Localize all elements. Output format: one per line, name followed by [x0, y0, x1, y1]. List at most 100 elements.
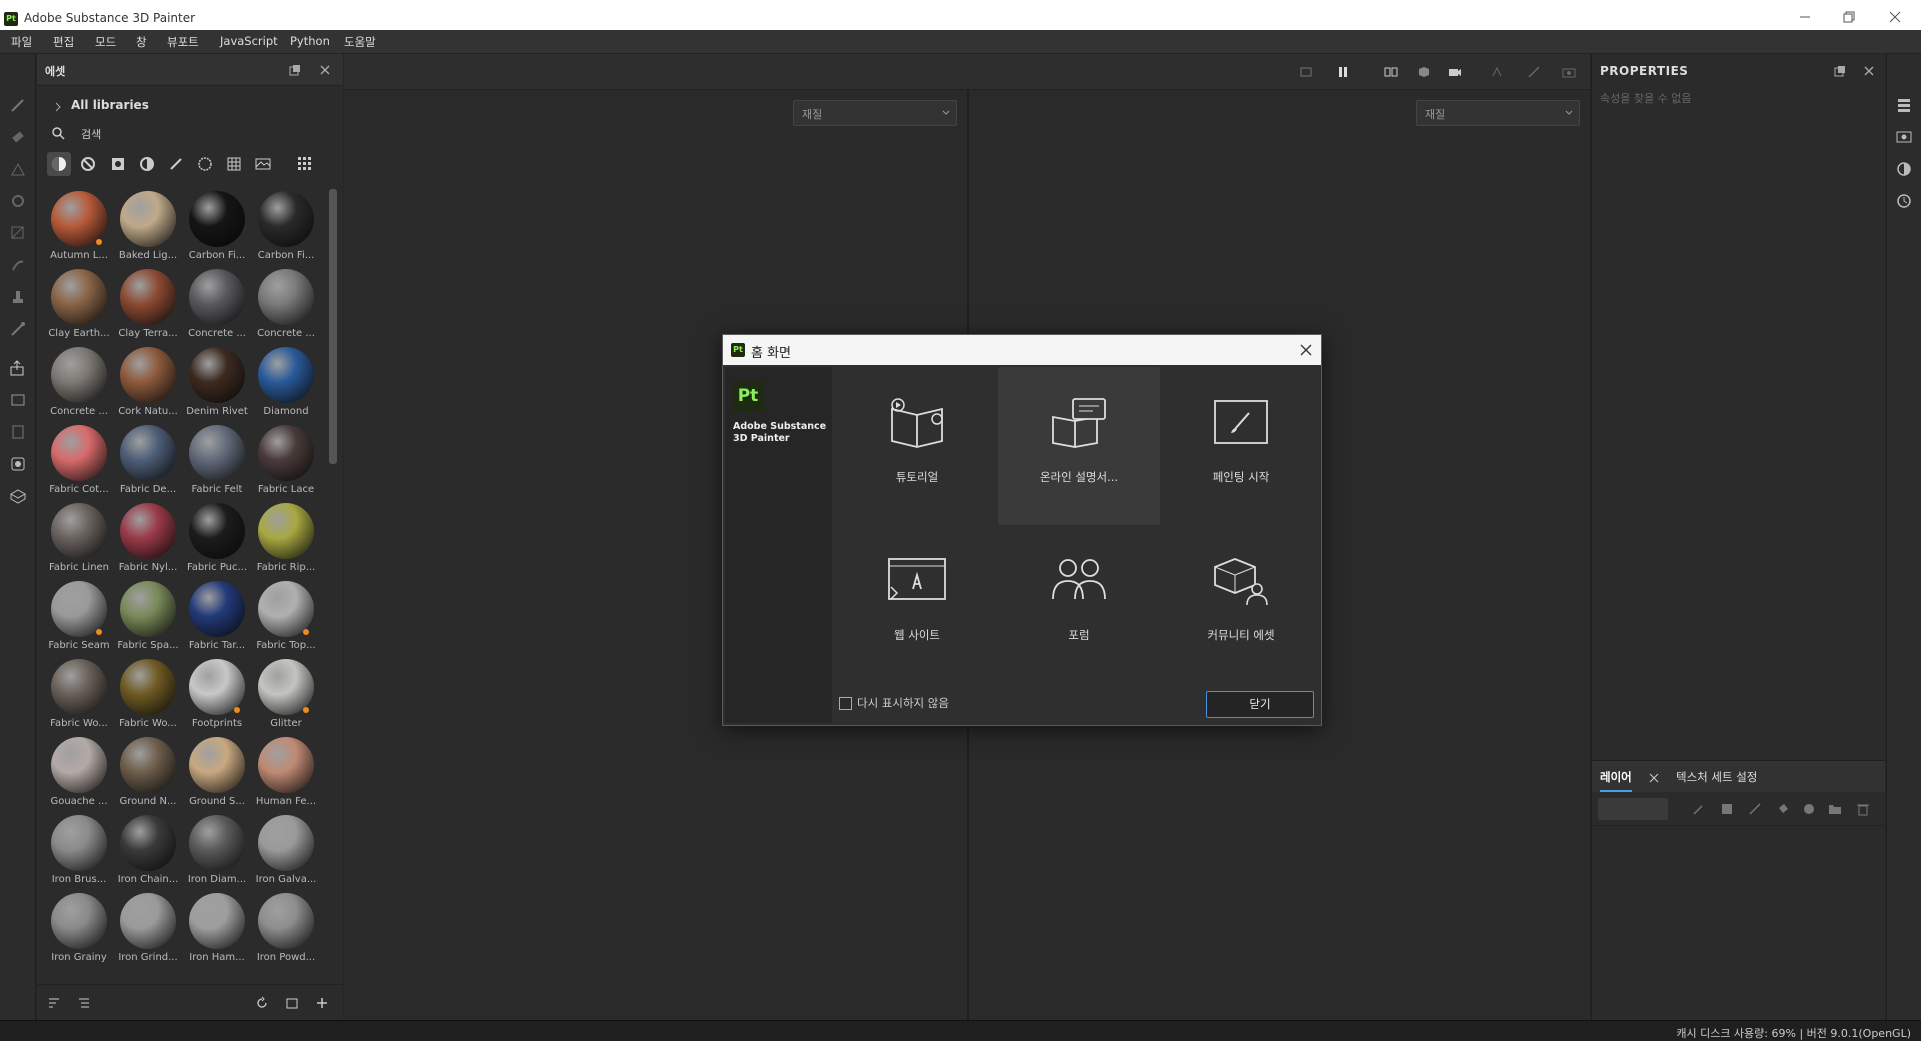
filter-alphas-button[interactable]: [106, 152, 130, 176]
export-icon[interactable]: [9, 359, 27, 377]
menu-help[interactable]: 도움말: [344, 34, 376, 50]
asset-thumbnail[interactable]: Carbon Fi...: [182, 189, 252, 267]
asset-thumbnail[interactable]: Fabric De...: [113, 423, 183, 501]
asset-thumbnail[interactable]: Iron Chain...: [113, 813, 183, 891]
asset-thumbnail[interactable]: Clay Terra...: [113, 267, 183, 345]
asset-thumbnail[interactable]: Fabric Nyl...: [113, 501, 183, 579]
menu-edit[interactable]: 편집: [53, 34, 74, 50]
effect-icon[interactable]: [1692, 802, 1706, 816]
menu-viewport[interactable]: 뷰포트: [167, 34, 199, 50]
screen-off-icon[interactable]: [1299, 65, 1313, 79]
filter-brushes-button[interactable]: [164, 152, 188, 176]
asset-thumbnail[interactable]: Concrete ...: [182, 267, 252, 345]
asset-thumbnail[interactable]: Carbon Fi...: [251, 189, 321, 267]
undock-icon[interactable]: [288, 63, 302, 77]
smudge-tool-icon[interactable]: [9, 256, 27, 274]
asset-thumbnail[interactable]: Iron Galva...: [251, 813, 321, 891]
library-selector[interactable]: All libraries: [71, 98, 149, 112]
filter-masks-button[interactable]: [135, 152, 159, 176]
asset-thumbnail[interactable]: Iron Ham...: [182, 891, 252, 969]
layer-blend-select[interactable]: [1598, 798, 1668, 820]
asset-thumbnail[interactable]: Fabric Linen: [44, 501, 114, 579]
add-folder-icon[interactable]: [1828, 802, 1842, 816]
asset-thumbnail[interactable]: Fabric Tar...: [182, 579, 252, 657]
tile-website[interactable]: 웹 사이트: [836, 525, 998, 683]
asset-thumbnail[interactable]: Fabric Wo...: [44, 657, 114, 735]
delete-layer-icon[interactable]: [1856, 802, 1870, 816]
asset-thumbnail[interactable]: Iron Powd...: [251, 891, 321, 969]
menu-javascript[interactable]: JavaScript: [220, 34, 278, 48]
filter-materials-button[interactable]: [47, 152, 71, 176]
asset-thumbnail[interactable]: Iron Grind...: [113, 891, 183, 969]
asset-thumbnail[interactable]: Iron Diam...: [182, 813, 252, 891]
minimize-icon[interactable]: [1797, 9, 1813, 25]
add-icon[interactable]: [315, 996, 329, 1010]
asset-scrollbar[interactable]: [329, 189, 337, 464]
eraser-tool-icon[interactable]: [9, 128, 27, 146]
projection-tool-icon[interactable]: [9, 160, 27, 178]
color-picker-icon[interactable]: [9, 320, 27, 338]
asset-thumbnail[interactable]: Clay Earth...: [44, 267, 114, 345]
add-mask-icon[interactable]: [1720, 802, 1734, 816]
tile-forum[interactable]: 포럼: [998, 525, 1160, 683]
asset-thumbnail[interactable]: Fabric Spa...: [113, 579, 183, 657]
refresh-icon[interactable]: [255, 996, 269, 1010]
filter-smart-materials-button[interactable]: [76, 152, 100, 176]
display-settings-icon[interactable]: [9, 455, 27, 473]
split-view-icon[interactable]: [1384, 65, 1398, 79]
undock-icon[interactable]: [1833, 64, 1847, 78]
history-icon[interactable]: [1895, 192, 1913, 210]
bake-icon[interactable]: [9, 391, 27, 409]
cube-view-icon[interactable]: [1417, 65, 1431, 79]
symmetry-icon[interactable]: [1490, 65, 1504, 79]
polygon-fill-icon[interactable]: [9, 224, 27, 242]
asset-thumbnail[interactable]: Glitter: [251, 657, 321, 735]
asset-thumbnail[interactable]: Cork Natu...: [113, 345, 183, 423]
shelf-icon[interactable]: [9, 423, 27, 441]
asset-thumbnail[interactable]: Denim Rivet: [182, 345, 252, 423]
shader-settings-icon[interactable]: [1895, 160, 1913, 178]
asset-thumbnail[interactable]: Fabric Wo...: [113, 657, 183, 735]
filter-environments-button[interactable]: [251, 152, 275, 176]
add-fill-layer-icon[interactable]: [1776, 802, 1790, 816]
viewport-3d-channel-dropdown[interactable]: 재질: [793, 100, 957, 126]
tab-texture-set-settings[interactable]: 텍스처 세트 설정: [1676, 769, 1757, 785]
asset-thumbnail[interactable]: Iron Brus...: [44, 813, 114, 891]
tile-online-docs[interactable]: 온라인 설명서...: [998, 367, 1160, 525]
smart-material-layer-icon[interactable]: [1802, 802, 1816, 816]
pause-icon[interactable]: [1336, 65, 1350, 79]
add-paint-layer-icon[interactable]: [1748, 802, 1762, 816]
3d-scene-icon[interactable]: [9, 487, 27, 505]
tab-layers[interactable]: 레이어: [1600, 769, 1632, 792]
filter-procedurals-button[interactable]: [193, 152, 217, 176]
import-folder-icon[interactable]: [285, 996, 299, 1010]
menu-file[interactable]: 파일: [11, 34, 32, 50]
close-dialog-icon[interactable]: [1299, 343, 1313, 357]
sort-icon[interactable]: [47, 996, 61, 1010]
tile-community-assets[interactable]: 커뮤니티 에셋: [1160, 525, 1322, 683]
close-tab-icon[interactable]: [1647, 771, 1661, 785]
filter-textures-button[interactable]: [222, 152, 246, 176]
asset-thumbnail[interactable]: Concrete ...: [44, 345, 114, 423]
asset-thumbnail[interactable]: Fabric Rip...: [251, 501, 321, 579]
menu-mode[interactable]: 모드: [95, 34, 116, 50]
menu-window[interactable]: 창: [136, 34, 147, 50]
close-button[interactable]: 닫기: [1206, 691, 1314, 718]
layers-panel-icon[interactable]: [1895, 96, 1913, 114]
camera-icon[interactable]: [1448, 65, 1462, 79]
asset-thumbnail[interactable]: Human Fe...: [251, 735, 321, 813]
asset-thumbnail[interactable]: Diamond: [251, 345, 321, 423]
tile-start-painting[interactable]: 페인팅 시작: [1160, 367, 1322, 525]
asset-thumbnail[interactable]: Baked Lig...: [113, 189, 183, 267]
asset-thumbnail[interactable]: Concrete ...: [251, 267, 321, 345]
close-panel-icon[interactable]: [1862, 64, 1876, 78]
asset-thumbnail[interactable]: Ground N...: [113, 735, 183, 813]
paint-brush-tool-icon[interactable]: [9, 96, 27, 114]
viewport-2d-channel-dropdown[interactable]: 재질: [1416, 100, 1580, 126]
dont-show-again-checkbox[interactable]: [839, 697, 852, 710]
brush-lazy-icon[interactable]: [1527, 65, 1541, 79]
asset-thumbnail[interactable]: Autumn L...: [44, 189, 114, 267]
asset-thumbnail[interactable]: Fabric Puc...: [182, 501, 252, 579]
asset-thumbnail[interactable]: Footprints: [182, 657, 252, 735]
display-panel-icon[interactable]: [1895, 128, 1913, 146]
